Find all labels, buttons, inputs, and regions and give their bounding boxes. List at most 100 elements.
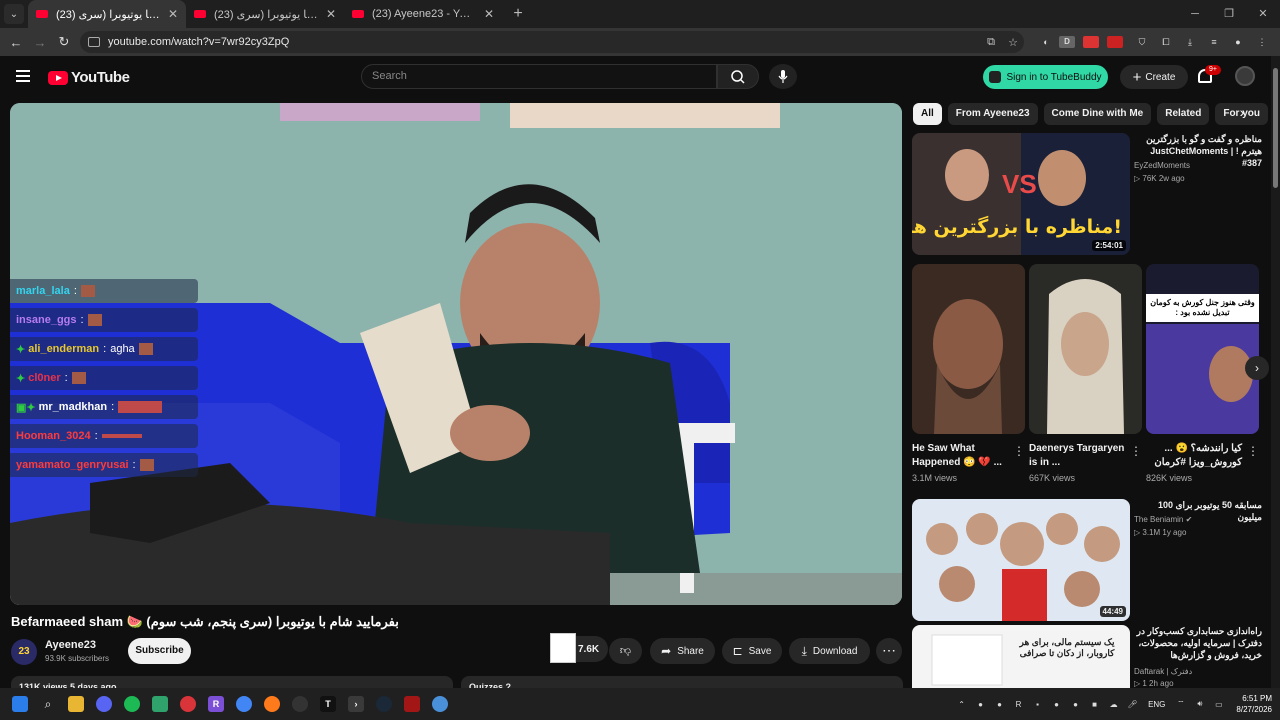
- scrollbar-thumb[interactable]: [1273, 68, 1278, 188]
- chip-related[interactable]: Related: [1157, 103, 1210, 125]
- browser-tab[interactable]: (23) بفرمایید شام با یوتیوبرا (سری ✕: [186, 0, 344, 28]
- new-tab-button[interactable]: +: [506, 5, 530, 23]
- page-scrollbar[interactable]: [1271, 56, 1280, 688]
- red-app-icon[interactable]: [174, 690, 202, 718]
- volume-icon[interactable]: 🔊︎: [1192, 697, 1207, 711]
- terminal-icon[interactable]: ›: [342, 690, 370, 718]
- battery-icon[interactable]: ▭: [1211, 697, 1226, 711]
- recommendation-item[interactable]: یک سیستم مالی، برای هر کاروبار، از دکان …: [912, 625, 1262, 688]
- chip-come-dine[interactable]: Come Dine with Me: [1043, 103, 1152, 125]
- tray-cloud-icon[interactable]: ☁: [1106, 697, 1121, 711]
- tab-search-button[interactable]: ⌄: [4, 4, 24, 24]
- chip-from-channel[interactable]: From Ayeene23: [947, 103, 1038, 125]
- extensions-puzzle-icon[interactable]: ⧠: [1154, 34, 1178, 50]
- browser-tab-active[interactable]: (23) بفرمایید شام با یوتیوبرا (سری ✕: [28, 0, 186, 28]
- short-menu-icon[interactable]: ⋮: [1247, 444, 1259, 458]
- recommendation-item[interactable]: 44:49 مسابقه 50 یوتیوبر برای 100 میلیون …: [912, 499, 1262, 621]
- account-avatar[interactable]: [1235, 66, 1255, 86]
- r-app-icon[interactable]: R: [202, 690, 230, 718]
- short-thumbnail[interactable]: [912, 264, 1025, 434]
- chrome-icon[interactable]: [230, 690, 258, 718]
- search-icon[interactable]: ⌕: [34, 690, 62, 718]
- download-icon[interactable]: ⤓: [1178, 34, 1202, 50]
- browser-tab[interactable]: (23) Ayeene23 - YouTube ✕: [344, 0, 502, 28]
- chip-all[interactable]: All: [913, 103, 942, 125]
- site-info-icon[interactable]: [88, 37, 100, 47]
- save-button[interactable]: ⊏ Save: [722, 638, 782, 664]
- discord-icon[interactable]: [90, 690, 118, 718]
- extension-icon[interactable]: ◐: [1034, 34, 1058, 50]
- video-thumbnail[interactable]: VS مناظره با بزرگترین هیترم! 2:54:01: [912, 133, 1130, 255]
- reading-list-icon[interactable]: ≡: [1202, 34, 1226, 50]
- extension-red-icon[interactable]: [1082, 34, 1106, 50]
- forward-icon[interactable]: →: [28, 35, 52, 50]
- subscribe-button[interactable]: Subscribe: [128, 638, 191, 664]
- back-icon[interactable]: ←: [4, 35, 28, 50]
- extension-tubebuddy-icon[interactable]: [1106, 34, 1130, 50]
- tray-app-icon[interactable]: ●: [973, 697, 988, 711]
- more-actions-icon[interactable]: ⋯: [876, 638, 902, 664]
- short-thumbnail[interactable]: [1029, 264, 1142, 434]
- short-item[interactable]: Daenerys Targaryen is in ... 667K views …: [1029, 264, 1142, 483]
- tray-r-icon[interactable]: R: [1011, 697, 1026, 711]
- dota-icon[interactable]: [398, 690, 426, 718]
- chips-next-icon[interactable]: ›: [1232, 104, 1252, 120]
- shorts-next-icon[interactable]: ›: [1245, 356, 1269, 380]
- globe-app-icon[interactable]: [426, 690, 454, 718]
- close-tab-icon[interactable]: ✕: [484, 7, 494, 21]
- channel-name[interactable]: Ayeene23: [45, 639, 96, 651]
- quizzes-panel[interactable]: Quizzes ?: [461, 676, 903, 688]
- address-bar[interactable]: youtube.com/watch?v=7wr92cy3ZpQ ⧉ ☆: [80, 31, 1024, 53]
- tray-spotify-icon[interactable]: ●: [1068, 697, 1083, 711]
- restore-icon[interactable]: ❐: [1212, 0, 1246, 28]
- tray-app-icon[interactable]: ■: [1087, 697, 1102, 711]
- short-thumbnail[interactable]: وقتی هنوز جنل کورش به کومان تبدیل نشده ب…: [1146, 264, 1259, 434]
- short-menu-icon[interactable]: ⋮: [1013, 444, 1025, 458]
- obs-icon[interactable]: [286, 690, 314, 718]
- phone-link-icon[interactable]: [146, 690, 174, 718]
- tray-app-icon[interactable]: ●: [1049, 697, 1064, 711]
- search-input[interactable]: Search: [361, 64, 717, 89]
- profile-icon[interactable]: ●: [1226, 34, 1250, 50]
- firefox-icon[interactable]: [258, 690, 286, 718]
- close-tab-icon[interactable]: ✕: [168, 7, 178, 21]
- steam-icon[interactable]: [370, 690, 398, 718]
- tray-mic-icon[interactable]: 🎤︎: [1125, 697, 1140, 711]
- video-thumbnail[interactable]: 44:49: [912, 499, 1130, 621]
- video-player[interactable]: marla_lala: insane_ggs: ✦ ali_enderman: ag…: [10, 103, 902, 605]
- share-button[interactable]: ➦ Share: [650, 638, 715, 664]
- dislike-button[interactable]: 👎︎: [609, 638, 642, 664]
- hamburger-menu-icon[interactable]: [16, 70, 30, 82]
- youtube-logo[interactable]: YouTube: [48, 69, 130, 86]
- channel-avatar[interactable]: 23: [11, 639, 37, 665]
- close-window-icon[interactable]: ✕: [1246, 0, 1280, 28]
- short-item[interactable]: He Saw What Happened 😳 💔 ... 3.1M views …: [912, 264, 1025, 483]
- extension-d-icon[interactable]: D: [1058, 34, 1082, 50]
- description-box[interactable]: 131K views 5 days ago: [11, 676, 453, 688]
- close-tab-icon[interactable]: ✕: [326, 7, 336, 21]
- clock[interactable]: 6:51 PM 8/27/2026: [1236, 693, 1272, 715]
- browser-menu-icon[interactable]: ⋮: [1250, 34, 1274, 50]
- windows-start-icon[interactable]: [6, 690, 34, 718]
- spotify-icon[interactable]: [118, 690, 146, 718]
- create-button[interactable]: + Create: [1120, 65, 1188, 89]
- bookmark-star-icon[interactable]: ☆: [1002, 36, 1024, 49]
- voice-search-button[interactable]: [769, 64, 797, 89]
- minimize-icon[interactable]: ─: [1178, 0, 1212, 28]
- video-thumbnail[interactable]: یک سیستم مالی، برای هر کاروبار، از دکان …: [912, 625, 1130, 688]
- like-button[interactable]: 7.6K: [550, 633, 608, 663]
- tubebuddy-signin-button[interactable]: Sign in to TubeBuddy: [983, 65, 1108, 89]
- recommendation-item[interactable]: VS مناظره با بزرگترین هیترم! 2:54:01 منا…: [912, 133, 1262, 255]
- typora-icon[interactable]: T: [314, 690, 342, 718]
- reload-icon[interactable]: ↻: [52, 34, 76, 50]
- install-app-icon[interactable]: ⧉: [980, 36, 1002, 49]
- tray-app-icon[interactable]: ▪: [1030, 697, 1045, 711]
- tray-chevron-icon[interactable]: ⌃: [954, 697, 969, 711]
- search-button[interactable]: [717, 64, 759, 89]
- network-icon[interactable]: ⌔: [1173, 697, 1188, 711]
- short-item[interactable]: وقتی هنوز جنل کورش به کومان تبدیل نشده ب…: [1146, 264, 1259, 483]
- short-menu-icon[interactable]: ⋮: [1130, 444, 1142, 458]
- language-indicator[interactable]: ENG: [1148, 700, 1165, 709]
- tray-steam-icon[interactable]: ●: [992, 697, 1007, 711]
- download-button[interactable]: ⤓ Download: [789, 638, 870, 664]
